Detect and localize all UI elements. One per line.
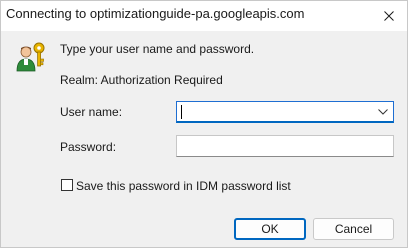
dropdown-button[interactable] xyxy=(373,102,393,122)
login-dialog: Connecting to optimizationguide-pa.googl… xyxy=(0,0,408,248)
close-icon xyxy=(384,11,394,21)
save-password-label[interactable]: Save this password in IDM password list xyxy=(76,179,291,193)
cancel-button[interactable]: Cancel xyxy=(313,218,394,240)
password-input[interactable] xyxy=(176,135,394,157)
text-caret xyxy=(181,105,182,119)
realm-text: Realm: Authorization Required xyxy=(60,73,223,87)
username-input[interactable] xyxy=(181,104,182,120)
user-key-icon xyxy=(15,41,47,73)
window-title: Connecting to optimizationguide-pa.googl… xyxy=(6,6,305,21)
save-password-checkbox[interactable] xyxy=(61,179,73,191)
prompt-text: Type your user name and password. xyxy=(60,42,255,56)
close-button[interactable] xyxy=(371,1,407,31)
ok-button[interactable]: OK xyxy=(234,218,306,240)
username-combobox[interactable] xyxy=(176,101,394,123)
chevron-down-icon xyxy=(378,109,388,115)
title-bar[interactable]: Connecting to optimizationguide-pa.googl… xyxy=(1,1,407,31)
username-label: User name: xyxy=(60,105,123,119)
password-label: Password: xyxy=(60,140,117,154)
